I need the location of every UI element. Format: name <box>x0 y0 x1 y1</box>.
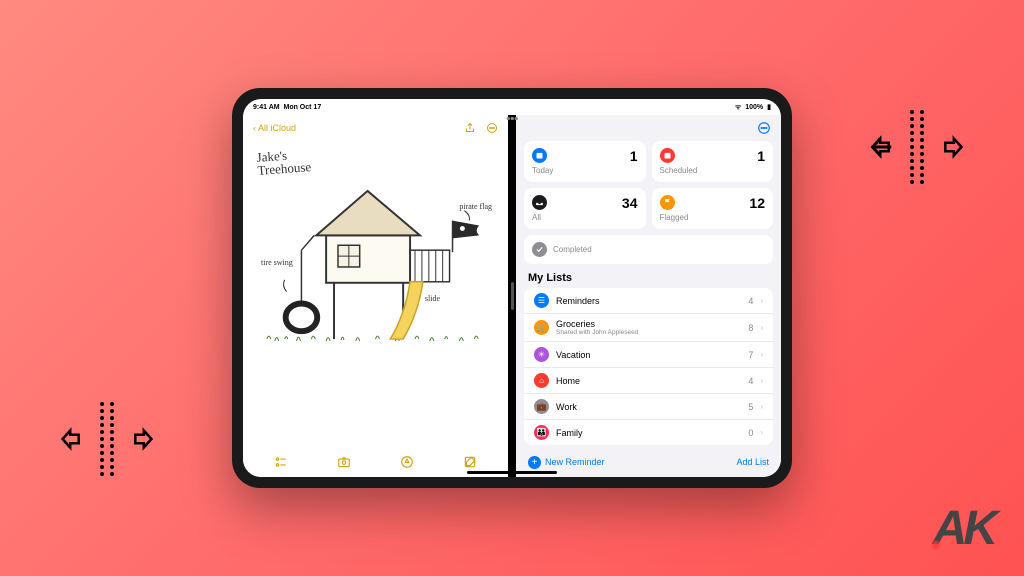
back-button[interactable]: ‹ All iCloud <box>253 123 296 133</box>
share-icon[interactable] <box>464 122 476 134</box>
smart-list-flagged[interactable]: 12 Flagged <box>652 188 774 229</box>
split-arrows-decoration <box>870 110 964 184</box>
split-view-divider[interactable] <box>508 115 516 477</box>
list-name: Groceries <box>556 319 741 329</box>
reminders-app-pane: 1 Today 1 Scheduled 34 <box>516 115 781 477</box>
list-count: 5 <box>748 402 753 412</box>
list-subtitle: Shared with John Appleseed <box>556 329 741 336</box>
list-color-icon: 🛒 <box>534 320 549 335</box>
inbox-icon <box>532 195 547 210</box>
list-name: Home <box>556 376 741 386</box>
list-row[interactable]: ☀ Vacation 7 › <box>524 342 773 368</box>
smart-list-all[interactable]: 34 All <box>524 188 646 229</box>
flagged-count: 12 <box>749 195 765 211</box>
status-bar: 9:41 AM Mon Oct 17 ᯤ 100% ▮ <box>243 99 781 115</box>
list-name: Family <box>556 428 741 438</box>
label-slide: slide <box>425 294 440 303</box>
battery-label: 100% <box>745 104 763 111</box>
ipad-frame: 9:41 AM Mon Oct 17 ᯤ 100% ▮ ‹ All iCloud <box>232 88 792 488</box>
more-menu-icon[interactable] <box>757 121 771 135</box>
markup-icon[interactable] <box>400 455 414 469</box>
home-indicator[interactable] <box>467 471 557 474</box>
camera-icon[interactable] <box>337 455 351 469</box>
multitask-pill[interactable] <box>507 117 518 120</box>
calendar-today-icon <box>532 148 547 163</box>
new-reminder-button[interactable]: + New Reminder <box>528 456 605 469</box>
list-color-icon: ☰ <box>534 293 549 308</box>
chevron-right-icon: › <box>760 323 763 332</box>
list-count: 4 <box>748 296 753 306</box>
notes-canvas[interactable]: Jake's Treehouse <box>243 141 508 447</box>
treehouse-sketch: tire swing pirate flag slide <box>257 180 494 350</box>
flag-icon <box>660 195 675 210</box>
list-row[interactable]: 💼 Work 5 › <box>524 394 773 420</box>
list-row[interactable]: 🛒 Groceries Shared with John Appleseed 8… <box>524 314 773 342</box>
flagged-label: Flagged <box>660 213 766 222</box>
checkmark-icon <box>532 242 547 257</box>
list-name: Vacation <box>556 350 741 360</box>
plus-icon: + <box>528 456 541 469</box>
list-count: 7 <box>748 350 753 360</box>
smart-list-completed[interactable]: Completed <box>524 235 773 264</box>
completed-label: Completed <box>553 245 592 254</box>
sketch-title-line2: Treehouse <box>257 159 312 178</box>
list-row[interactable]: 👪 Family 0 › <box>524 420 773 445</box>
chevron-right-icon: › <box>760 428 763 437</box>
more-icon[interactable] <box>486 122 498 134</box>
list-color-icon: ☀ <box>534 347 549 362</box>
list-count: 4 <box>748 376 753 386</box>
my-lists-heading: My Lists <box>516 264 781 288</box>
brand-logo: AK <box>933 501 994 556</box>
new-reminder-label: New Reminder <box>545 457 605 467</box>
scheduled-label: Scheduled <box>660 166 766 175</box>
status-date: Mon Oct 17 <box>283 104 321 111</box>
split-arrows-decoration <box>60 402 154 476</box>
chevron-right-icon: › <box>760 296 763 305</box>
checklist-icon[interactable] <box>274 455 288 469</box>
chevron-left-icon: ‹ <box>253 123 256 133</box>
list-count: 0 <box>748 428 753 438</box>
label-pirate-flag: pirate flag <box>459 202 492 211</box>
add-list-button[interactable]: Add List <box>736 457 769 467</box>
list-row[interactable]: ☰ Reminders 4 › <box>524 288 773 314</box>
list-count: 8 <box>748 323 753 333</box>
battery-icon: ▮ <box>767 103 771 111</box>
chevron-right-icon: › <box>760 350 763 359</box>
list-name: Reminders <box>556 296 741 306</box>
today-count: 1 <box>630 148 638 164</box>
list-name: Work <box>556 402 741 412</box>
list-color-icon: ⌂ <box>534 373 549 388</box>
list-row[interactable]: ⌂ Home 4 › <box>524 368 773 394</box>
chevron-right-icon: › <box>760 376 763 385</box>
status-time: 9:41 AM <box>253 104 280 111</box>
wifi-icon: ᯤ <box>735 103 741 112</box>
chevron-right-icon: › <box>760 402 763 411</box>
list-color-icon: 👪 <box>534 425 549 440</box>
today-label: Today <box>532 166 638 175</box>
smart-list-today[interactable]: 1 Today <box>524 141 646 182</box>
compose-icon[interactable] <box>463 455 477 469</box>
scheduled-count: 1 <box>757 148 765 164</box>
notes-app-pane: ‹ All iCloud Jake's Treehouse <box>243 115 508 477</box>
all-label: All <box>532 213 638 222</box>
smart-list-scheduled[interactable]: 1 Scheduled <box>652 141 774 182</box>
list-color-icon: 💼 <box>534 399 549 414</box>
all-count: 34 <box>622 195 638 211</box>
drag-handle-icon <box>511 282 514 310</box>
back-label: All iCloud <box>258 123 296 133</box>
label-tire-swing: tire swing <box>261 258 293 267</box>
calendar-icon <box>660 148 675 163</box>
